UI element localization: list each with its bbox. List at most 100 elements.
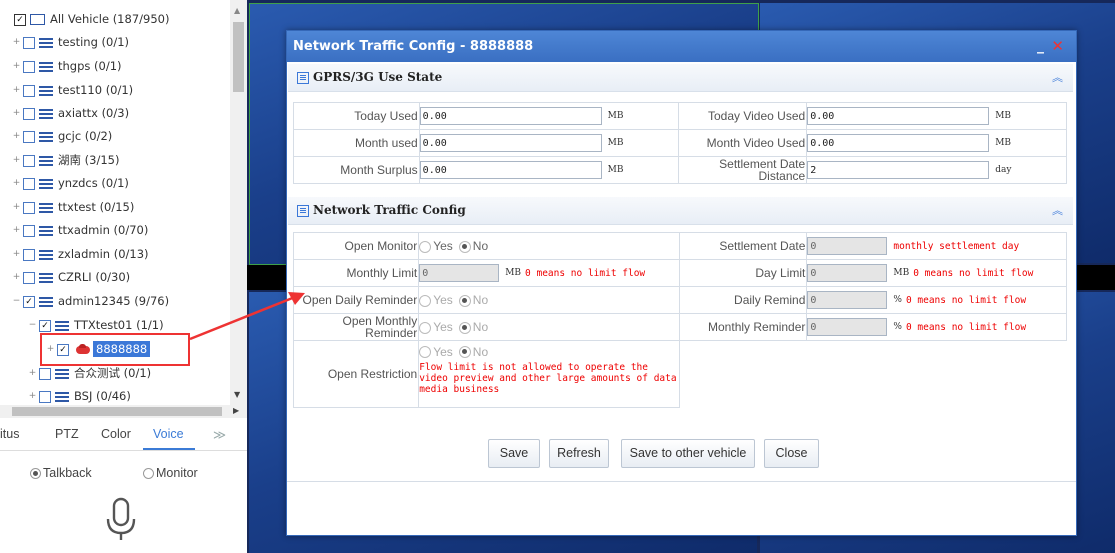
microphone-icon[interactable] (104, 497, 138, 543)
list-icon (39, 155, 53, 166)
monthly-reminder-yes[interactable]: Yes (419, 320, 453, 334)
month-used-field[interactable]: 0.00 (419, 134, 602, 152)
refresh-button[interactable]: Refresh (549, 439, 609, 468)
settlement-date-field[interactable]: 0 (807, 237, 888, 255)
scroll-thumb[interactable] (12, 407, 222, 416)
expand-icon[interactable]: + (12, 273, 21, 282)
minimize-icon[interactable]: _ (1037, 31, 1044, 62)
section-icon (297, 204, 309, 217)
monthly-reminder-field[interactable]: 0 (807, 318, 888, 336)
tab-ptz[interactable]: PTZ (55, 427, 79, 441)
checkbox-icon[interactable] (23, 201, 35, 214)
scroll-right-icon[interactable]: ▶ (233, 406, 239, 415)
collapse-icon[interactable]: − (12, 297, 21, 306)
expand-icon[interactable]: + (28, 369, 37, 378)
month-surplus-field[interactable]: 0.00 (419, 161, 602, 179)
expand-icon[interactable]: + (12, 226, 21, 235)
list-icon (39, 249, 53, 260)
expand-icon[interactable]: + (28, 392, 37, 401)
checkbox-icon[interactable] (23, 130, 35, 143)
tab-status[interactable]: itus (0, 427, 19, 441)
checkbox-icon[interactable] (23, 154, 35, 167)
monthly-reminder-no[interactable]: No (458, 320, 488, 334)
expand-icon[interactable]: + (12, 109, 21, 118)
daily-reminder-no[interactable]: No (458, 293, 489, 308)
checkbox-icon[interactable]: ✓ (14, 13, 26, 26)
monitor-radio[interactable]: Monitor (143, 466, 198, 480)
expand-icon[interactable]: + (12, 179, 21, 188)
checkbox-icon[interactable] (23, 177, 35, 190)
yes-label: Yes (433, 293, 453, 308)
expand-icon[interactable]: + (12, 156, 21, 165)
collapse-up-icon[interactable]: ︽ (1052, 197, 1063, 224)
monitor-icon (30, 14, 45, 25)
unit-label: MB (505, 268, 522, 278)
daily-reminder-yes[interactable]: Yes (419, 293, 453, 307)
expand-icon[interactable]: + (12, 203, 21, 212)
radio-icon (458, 295, 471, 308)
tab-voice[interactable]: Voice (153, 427, 184, 441)
tree-group[interactable]: + 湖南 (3/15) (12, 149, 120, 171)
expand-icon[interactable]: + (12, 38, 21, 47)
scroll-down-icon[interactable]: ▼ (234, 390, 240, 399)
tree-root[interactable]: ✓ All Vehicle (187/950) (14, 8, 169, 30)
open-daily-reminder-label: Open Daily Reminder (292, 286, 420, 314)
checkbox-icon[interactable] (23, 84, 35, 97)
no-label: No (472, 293, 489, 308)
restriction-no[interactable]: No (458, 345, 488, 359)
checkbox-icon[interactable] (23, 107, 35, 120)
scroll-thumb[interactable] (233, 22, 244, 92)
restriction-yes[interactable]: Yes (419, 345, 453, 359)
checkbox-icon[interactable] (23, 36, 35, 49)
tree-group[interactable]: + axiattx (0/3) (12, 102, 129, 124)
tree-group[interactable]: + ynzdcs (0/1) (12, 172, 129, 194)
day-limit-field[interactable]: 0 (807, 264, 888, 282)
tree-vertical-scrollbar[interactable]: ▲ ▼ (230, 0, 247, 405)
tree-group[interactable]: + gcjc (0/2) (12, 125, 113, 147)
tree-subgroup[interactable]: + BSJ (0/46) (28, 385, 131, 405)
expand-icon[interactable]: + (12, 132, 21, 141)
talkback-radio[interactable]: Talkback (30, 466, 92, 480)
tree-group[interactable]: + test110 (0/1) (12, 79, 133, 101)
tree-group[interactable]: + zxladmin (0/13) (12, 243, 149, 265)
checkbox-icon[interactable] (39, 367, 51, 380)
scroll-up-icon[interactable]: ▲ (234, 6, 240, 15)
today-video-used-field[interactable]: 0.00 (807, 107, 990, 125)
save-to-other-vehicle-button[interactable]: Save to other vehicle (621, 439, 755, 468)
month-video-used-field[interactable]: 0.00 (807, 134, 990, 152)
open-monitor-yes[interactable]: Yes (419, 239, 453, 253)
today-used-field[interactable]: 0.00 (419, 107, 602, 125)
checkbox-icon[interactable] (23, 224, 35, 237)
collapse-up-icon[interactable]: ︽ (1052, 64, 1063, 91)
monthly-limit-field[interactable]: 0 (419, 264, 500, 282)
tree-group[interactable]: − ✓ admin12345 (9/76) (12, 290, 169, 312)
tree-group[interactable]: + ttxtest (0/15) (12, 196, 135, 218)
settlement-distance-field[interactable]: 2 (807, 161, 990, 179)
expand-icon[interactable]: + (12, 86, 21, 95)
tree-group[interactable]: + thgps (0/1) (12, 55, 122, 77)
tree-horizontal-scrollbar[interactable]: ▶ (0, 405, 247, 418)
checkbox-icon[interactable] (39, 390, 51, 403)
tab-color[interactable]: Color (101, 427, 131, 441)
gprs-section-header[interactable]: GPRS/3G Use State ︽ (288, 64, 1073, 92)
daily-remind-field[interactable]: 0 (807, 291, 888, 309)
checkbox-icon[interactable] (23, 271, 35, 284)
open-monitor-no[interactable]: No (458, 239, 488, 253)
expand-icon[interactable]: + (12, 250, 21, 259)
tabs-more-icon[interactable]: ≫ (213, 427, 226, 442)
close-button[interactable]: Close (764, 439, 819, 468)
tree-group[interactable]: + CZRLI (0/30) (12, 266, 130, 288)
dialog-titlebar[interactable]: Network Traffic Config - 8888888 _ ✕ (287, 31, 1076, 62)
expand-icon[interactable]: + (12, 62, 21, 71)
checkbox-icon[interactable]: ✓ (39, 319, 51, 332)
collapse-icon[interactable]: − (28, 321, 37, 330)
checkbox-icon[interactable]: ✓ (23, 295, 35, 308)
checkbox-icon[interactable] (23, 60, 35, 73)
save-button[interactable]: Save (488, 439, 540, 468)
checkbox-icon[interactable] (23, 248, 35, 261)
tree-group[interactable]: + testing (0/1) (12, 31, 129, 53)
traffic-section-header[interactable]: Network Traffic Config ︽ (288, 197, 1073, 225)
tree-group[interactable]: + ttxadmin (0/70) (12, 219, 149, 241)
radio-icon (30, 468, 41, 480)
close-icon[interactable]: ✕ (1051, 31, 1064, 62)
